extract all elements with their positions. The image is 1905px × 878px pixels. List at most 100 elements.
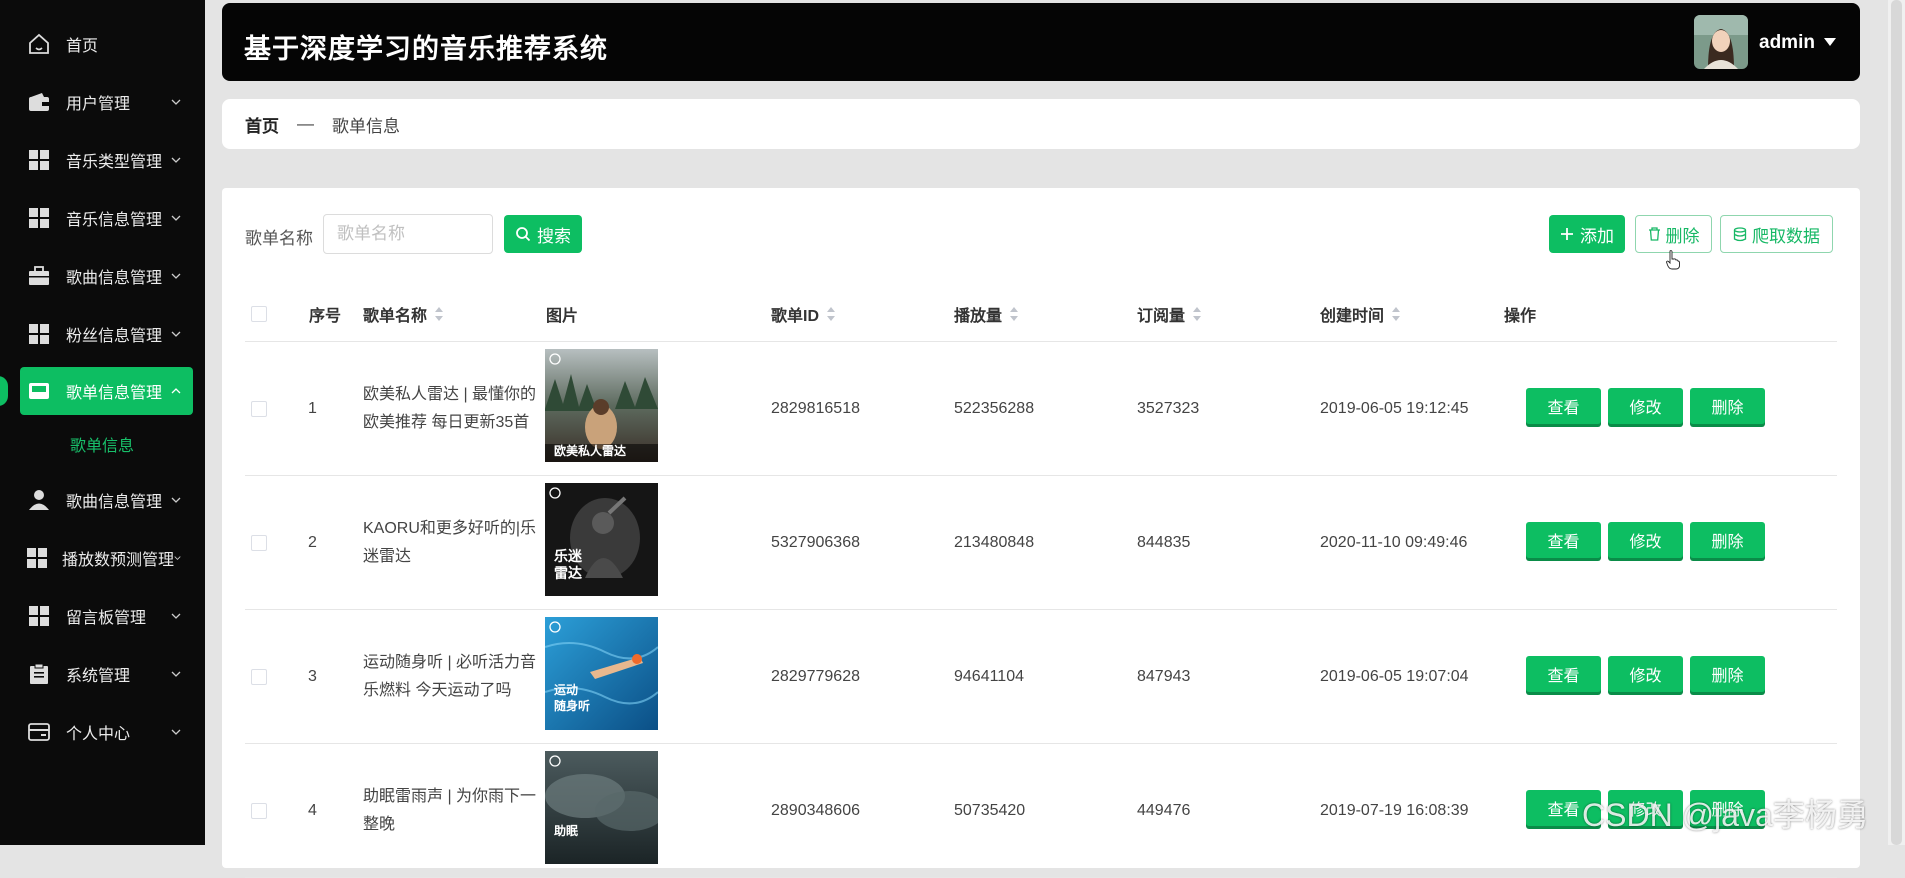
sidebar-subitem-playlist[interactable]: 歌单信息: [70, 432, 134, 456]
delete-button[interactable]: 删除: [1690, 656, 1765, 692]
grid-icon: [26, 147, 52, 173]
sidebar-item-label: 歌单信息管理: [66, 385, 163, 402]
avatar[interactable]: [1694, 15, 1748, 69]
sort-icon[interactable]: [1010, 307, 1019, 321]
play-count: 50735420: [954, 801, 1026, 819]
column-name[interactable]: 歌单名称: [363, 286, 444, 342]
edit-button[interactable]: 修改: [1608, 522, 1683, 558]
delete-button[interactable]: 删除: [1690, 388, 1765, 424]
person-icon: [26, 487, 52, 513]
sort-icon[interactable]: [1392, 307, 1401, 321]
sidebar: 首页 用户管理 音乐类型管理 音乐信息管理 歌曲信息管理 粉丝信息管理 歌单信息…: [0, 0, 205, 845]
sidebar-item-playlist-info[interactable]: 歌单信息管理: [20, 367, 193, 415]
sidebar-item-music-type[interactable]: 音乐类型管理: [20, 136, 193, 184]
sort-icon[interactable]: [1193, 307, 1202, 321]
column-playlist-id-label: 歌单ID: [771, 308, 820, 325]
breadcrumb-separator: —: [297, 114, 314, 133]
edit-button[interactable]: 修改: [1608, 388, 1683, 424]
sidebar-item-label: 留言板管理: [66, 610, 147, 627]
page-scrollbar[interactable]: [1888, 0, 1905, 845]
column-actions-label: 操作: [1504, 308, 1537, 325]
app-title: 基于深度学习的音乐推荐系统: [244, 34, 608, 64]
caret-down-icon[interactable]: [1824, 38, 1836, 47]
username[interactable]: admin: [1759, 32, 1815, 54]
column-subscriptions[interactable]: 订阅量: [1137, 286, 1202, 342]
chevron-down-icon: [171, 671, 181, 677]
watermark: CSDN @java李杨勇: [1582, 797, 1869, 833]
grid-icon: [26, 205, 52, 231]
sidebar-item-label: 首页: [66, 38, 99, 55]
row-checkbox[interactable]: [251, 803, 267, 819]
sidebar-item-label: 歌曲信息管理: [66, 270, 163, 287]
column-created[interactable]: 创建时间: [1320, 286, 1401, 342]
trash-icon: [1648, 227, 1660, 241]
sidebar-item-fans-info[interactable]: 粉丝信息管理: [20, 310, 193, 358]
row-checkbox[interactable]: [251, 401, 267, 417]
column-subscriptions-label: 订阅量: [1137, 308, 1186, 325]
chevron-down-icon: [174, 556, 181, 561]
view-button[interactable]: 查看: [1526, 388, 1601, 424]
content-card: 歌单名称 搜索 添加 删除 爬取数据 序号 歌单名称 图片 歌单ID 播放量 订…: [222, 188, 1860, 878]
batch-delete-button[interactable]: 删除: [1635, 215, 1712, 253]
subscription-count: 449476: [1137, 801, 1191, 819]
chevron-down-icon: [171, 99, 181, 105]
sidebar-item-play-forecast[interactable]: 播放数预测管理: [20, 534, 193, 582]
play-count: 94641104: [954, 667, 1024, 685]
sidebar-item-label: 个人中心: [66, 726, 131, 743]
play-count: 213480848: [954, 533, 1035, 551]
search-input[interactable]: [323, 214, 493, 254]
subscription-count: 844835: [1137, 533, 1191, 551]
chevron-down-icon: [171, 613, 181, 619]
column-plays[interactable]: 播放量: [954, 286, 1019, 342]
cover-text: 运动 随身听: [554, 683, 591, 713]
sidebar-item-song-info[interactable]: 歌曲信息管理: [20, 252, 193, 300]
playlist-name: 欧美私人雷达 | 最懂你的欧美推荐 每日更新35首: [363, 385, 537, 431]
chevron-down-icon: [171, 729, 181, 735]
delete-button[interactable]: 删除: [1690, 522, 1765, 558]
view-button[interactable]: 查看: [1526, 656, 1601, 692]
database-icon: [1733, 226, 1747, 241]
row-checkbox[interactable]: [251, 669, 267, 685]
sort-icon[interactable]: [435, 307, 444, 321]
sidebar-item-message-board[interactable]: 留言板管理: [20, 592, 193, 640]
inbox-icon: [26, 378, 52, 404]
edit-button[interactable]: 修改: [1608, 656, 1683, 692]
view-button[interactable]: 查看: [1526, 522, 1601, 558]
breadcrumb-home[interactable]: 首页: [245, 112, 279, 137]
sidebar-item-label: 歌曲信息管理: [66, 494, 163, 511]
sidebar-item-music-info[interactable]: 音乐信息管理: [20, 194, 193, 242]
add-button[interactable]: 添加: [1549, 215, 1625, 253]
column-playlist-id[interactable]: 歌单ID: [771, 286, 836, 342]
sidebar-item-user-management[interactable]: 用户管理: [20, 78, 193, 126]
column-index-label: 序号: [309, 308, 342, 325]
search-label: 歌单名称: [245, 229, 313, 248]
chevron-down-icon: [171, 331, 181, 337]
sidebar-item-song-info-2[interactable]: 歌曲信息管理: [20, 476, 193, 524]
active-indicator: [0, 376, 8, 406]
row-index: 1: [308, 399, 317, 417]
sidebar-item-home[interactable]: 首页: [20, 20, 193, 68]
select-all-checkbox[interactable]: [251, 306, 267, 322]
briefcase-icon: [26, 263, 52, 289]
playlist-id: 2829816518: [771, 399, 860, 417]
crawl-data-button[interactable]: 爬取数据: [1720, 215, 1833, 253]
home-icon: [26, 31, 52, 57]
row-index: 2: [308, 533, 317, 551]
crawl-data-label: 爬取数据: [1752, 226, 1820, 246]
search-button[interactable]: 搜索: [504, 215, 582, 253]
scrollbar-thumb[interactable]: [1891, 0, 1902, 845]
batch-delete-label: 删除: [1665, 226, 1700, 246]
sidebar-item-profile[interactable]: 个人中心: [20, 708, 193, 756]
clipboard-icon: [26, 661, 52, 687]
breadcrumb-current: 歌单信息: [332, 116, 400, 136]
row-index: 4: [308, 801, 317, 819]
row-checkbox[interactable]: [251, 535, 267, 551]
playlist-name: KAORU和更多好听的|乐迷雷达: [363, 519, 537, 565]
chevron-down-icon: [171, 157, 181, 163]
sidebar-item-label: 粉丝信息管理: [66, 328, 163, 345]
sort-icon[interactable]: [827, 307, 836, 321]
table-row: 3 运动随身听 | 必听活力音乐燃料 今天运动了吗 运动 随身听 2829779…: [245, 610, 1837, 744]
column-index: 序号: [309, 286, 341, 342]
created-time: 2019-06-05 19:07:04: [1320, 667, 1469, 685]
sidebar-item-system[interactable]: 系统管理: [20, 650, 193, 698]
